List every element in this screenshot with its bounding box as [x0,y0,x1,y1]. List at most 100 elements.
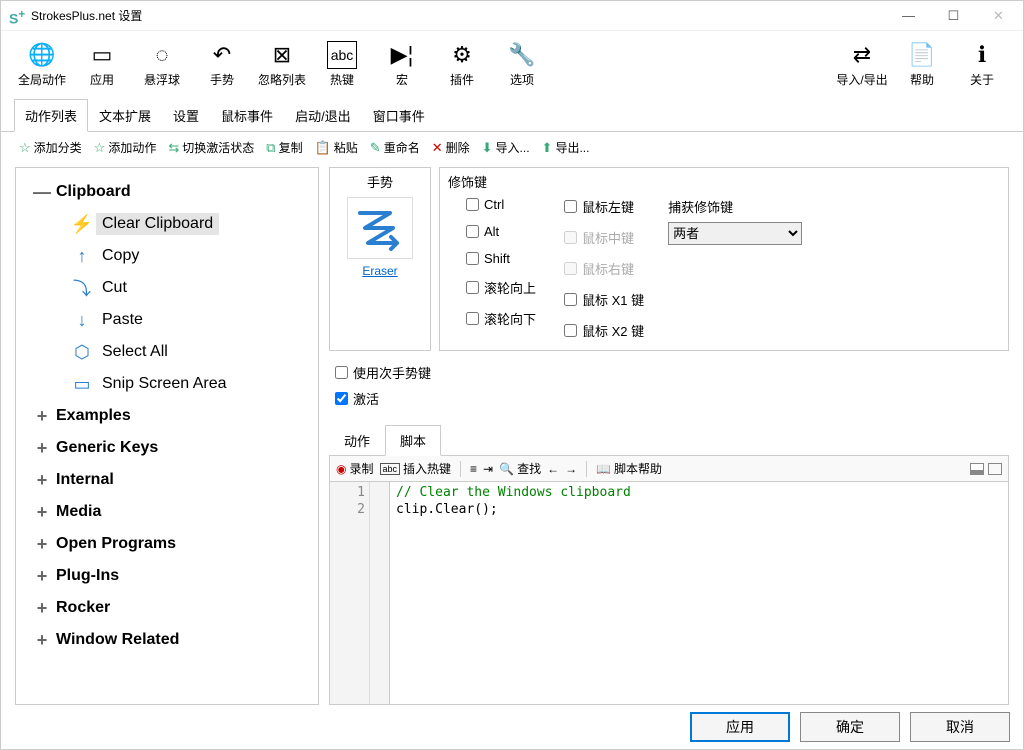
expand-icon[interactable]: + [28,566,56,587]
modifier-check[interactable]: Alt [466,224,536,239]
info-icon: ℹ [978,41,986,69]
tree-action[interactable]: ↑Copy [22,240,312,272]
apply-button[interactable]: 应用 [690,712,790,742]
toolbar-import-export[interactable]: ⇄导入/导出 [833,37,891,92]
wrench-icon: 🔧 [508,41,535,69]
btn-next[interactable]: → [565,462,577,476]
toolbar-about[interactable]: ℹ关于 [953,37,1011,92]
circle-dashed-icon: ◌ [155,41,168,69]
toolbar-global[interactable]: 🌐全局动作 [13,37,71,92]
toolbar-ignore[interactable]: ⊠忽略列表 [253,37,311,92]
tab-action[interactable]: 动作 [329,425,385,456]
modifiers-title: 修饰键 [448,172,1000,191]
toolbar-macro[interactable]: ▶¦宏 [373,37,431,92]
tab-window-events[interactable]: 窗口事件 [362,99,436,132]
expand-icon[interactable]: + [28,406,56,427]
secondary-gesture-check[interactable]: 使用次手势键 [335,363,1009,382]
btn-paste[interactable]: 📋粘贴 [311,137,362,158]
btn-find[interactable]: 🔍查找 [499,460,541,477]
btn-add-action[interactable]: ☆添加动作 [90,137,161,158]
tab-action-list[interactable]: 动作列表 [14,99,88,132]
tree-action[interactable]: ↓Paste [22,304,312,336]
tab-mouse-events[interactable]: 鼠标事件 [210,99,284,132]
tab-settings[interactable]: 设置 [162,99,210,132]
line-number: 1 [330,485,365,502]
tree-folder[interactable]: +Plug-Ins [22,560,312,592]
gesture-name-link[interactable]: Eraser [362,264,397,278]
right-panel: 手势 Eraser 修饰键 CtrlAltShift滚轮向上滚轮向下 鼠标左键鼠… [319,163,1023,709]
expand-icon[interactable]: + [28,438,56,459]
btn-prev[interactable]: ← [547,462,559,476]
code-editor[interactable]: 12 // Clear the Windows clipboardclip.Cl… [329,482,1009,705]
capture-select[interactable]: 两者 [668,222,802,245]
btn-delete[interactable]: ✕删除 [428,137,474,158]
modifier-check[interactable]: 滚轮向下 [466,309,536,328]
toolbar-gesture[interactable]: ↶手势 [193,37,251,92]
action-label: Snip Screen Area [96,373,233,395]
expand-icon[interactable]: + [28,534,56,555]
modifier-check[interactable]: 鼠标右键 [564,259,644,278]
btn-editor-min[interactable] [970,463,984,475]
btn-rename[interactable]: ✎重命名 [366,137,424,158]
tab-startup-exit[interactable]: 启动/退出 [284,99,362,132]
expand-icon[interactable]: + [28,598,56,619]
tree-folder[interactable]: +Media [22,496,312,528]
toolbar-help[interactable]: 📄帮助 [893,37,951,92]
tree-folder[interactable]: +Examples [22,400,312,432]
tab-text-expand[interactable]: 文本扩展 [88,99,162,132]
tree-folder[interactable]: +Generic Keys [22,432,312,464]
tree-folder[interactable]: —Clipboard [22,176,312,208]
tree-action[interactable]: ▭Snip Screen Area [22,368,312,400]
btn-script-help[interactable]: 📖脚本帮助 [596,460,662,477]
btn-insert-hotkey[interactable]: abc插入热键 [380,460,452,477]
tree-action[interactable]: ⬡Select All [22,336,312,368]
tree-folder[interactable]: +Rocker [22,592,312,624]
search-icon: 🔍 [499,462,514,476]
tree-folder[interactable]: +Window Related [22,624,312,656]
tree-action[interactable]: ⚡Clear Clipboard [22,208,312,240]
minimize-button[interactable]: — [886,1,931,31]
gesture-preview[interactable] [347,197,413,259]
expand-icon[interactable]: + [28,502,56,523]
btn-toggle-active[interactable]: ⇆切换激活状态 [164,137,258,158]
btn-add-category[interactable]: ☆添加分类 [15,137,86,158]
action-tree[interactable]: —Clipboard⚡Clear Clipboard↑Copy⤵Cut↓Past… [15,167,319,705]
toolbar-hotkey[interactable]: abc热键 [313,37,371,92]
toolbar-app[interactable]: ▭应用 [73,37,131,92]
btn-import[interactable]: ⬇导入... [478,137,534,158]
expand-icon[interactable]: + [28,470,56,491]
toolbar-option[interactable]: 🔧选项 [493,37,551,92]
ok-button[interactable]: 确定 [800,712,900,742]
modifier-check[interactable]: 鼠标左键 [564,197,644,216]
modifier-check[interactable]: 鼠标 X2 键 [564,321,644,340]
arrow-right-icon: → [565,462,577,476]
cancel-button[interactable]: 取消 [910,712,1010,742]
tree-action[interactable]: ⤵Cut [22,272,312,304]
btn-record[interactable]: ◉录制 [336,460,374,477]
maximize-button[interactable]: ☐ [931,1,976,31]
action-label: Clear Clipboard [96,213,219,235]
folder-label: Generic Keys [56,439,158,457]
copy-icon: ⧉ [266,140,275,156]
tab-script[interactable]: 脚本 [385,425,441,456]
collapse-icon[interactable]: — [28,182,56,203]
export-icon: ⬆ [542,140,553,156]
modifier-check[interactable]: 鼠标 X1 键 [564,290,644,309]
modifier-check[interactable]: 滚轮向上 [466,278,536,297]
tree-folder[interactable]: +Open Programs [22,528,312,560]
expand-icon[interactable]: + [28,630,56,651]
btn-export[interactable]: ⬆导出... [538,137,594,158]
toolbar-float[interactable]: ◌悬浮球 [133,37,191,92]
btn-copy[interactable]: ⧉复制 [262,137,306,158]
active-check[interactable]: 激活 [335,389,1009,408]
toolbar-plugin[interactable]: ⚙插件 [433,37,491,92]
modifier-check[interactable]: Shift [466,251,536,266]
tree-folder[interactable]: +Internal [22,464,312,496]
btn-indent[interactable]: ⇥ [483,462,493,476]
btn-editor-max[interactable] [988,463,1002,475]
btn-outdent[interactable]: ≡ [470,462,477,476]
close-button[interactable]: ✕ [976,1,1021,31]
folder-label: Open Programs [56,535,176,553]
modifier-check[interactable]: 鼠标中键 [564,228,644,247]
modifier-check[interactable]: Ctrl [466,197,536,212]
